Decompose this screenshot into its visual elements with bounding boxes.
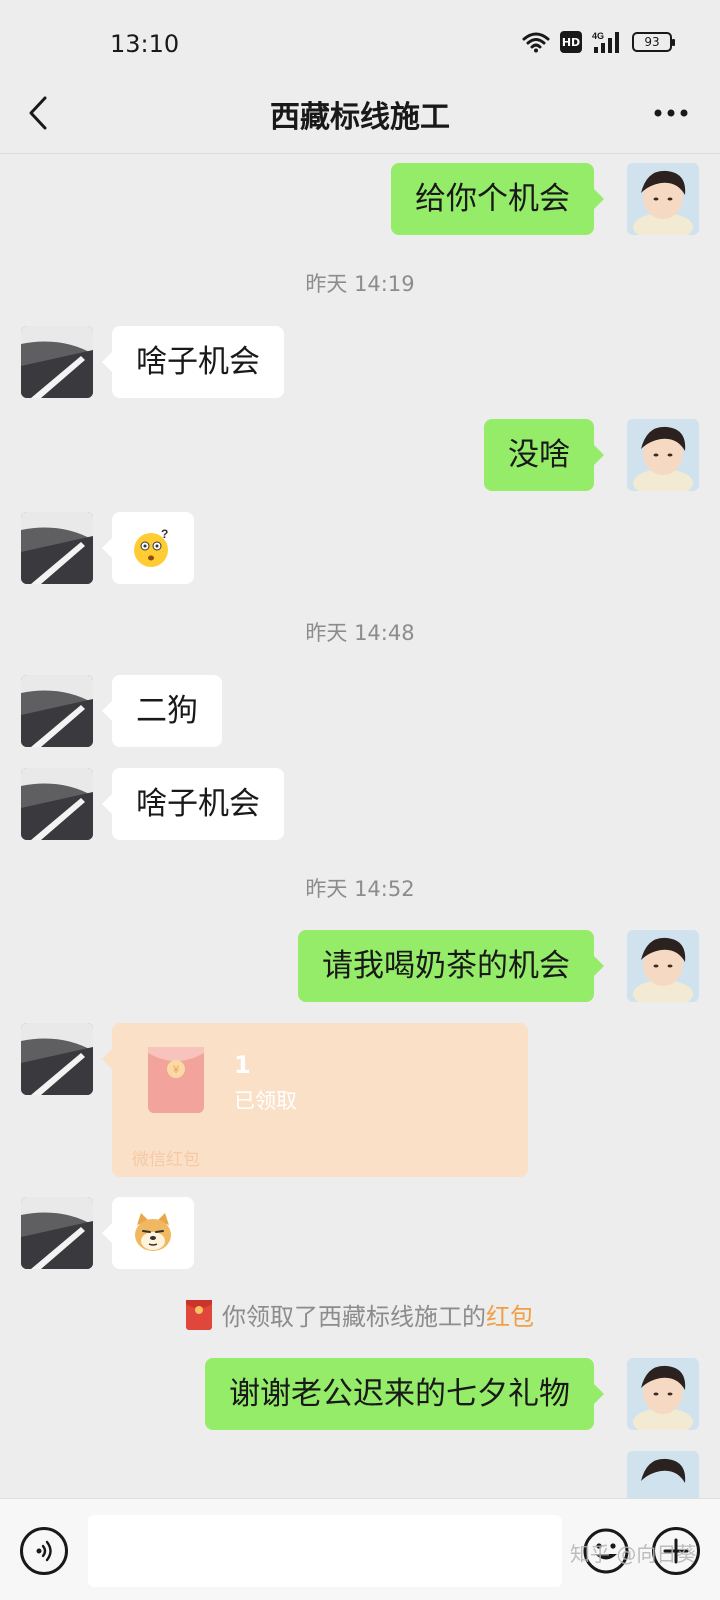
message-row: 给你个机会	[0, 163, 720, 235]
red-packet-footer: 微信红包	[132, 1150, 200, 1170]
message-row: ?	[0, 512, 720, 584]
my-avatar[interactable]	[627, 1358, 699, 1430]
svg-text:?: ?	[161, 527, 168, 541]
my-avatar[interactable]	[627, 419, 699, 491]
message-bubble[interactable]: 谢谢老公迟来的七夕礼物	[205, 1358, 604, 1430]
network-label: 4G	[592, 31, 604, 41]
timestamp: 昨天 14:19	[305, 272, 415, 296]
message-bubble[interactable]: 啥子机会	[102, 326, 284, 398]
message-input[interactable]	[88, 1515, 562, 1587]
doge-emoji-icon	[135, 1213, 171, 1251]
contact-avatar[interactable]	[21, 675, 93, 747]
watermark: 知乎 @向日葵	[570, 1542, 697, 1566]
svg-text:¥: ¥	[172, 1064, 180, 1076]
message-row: 没啥	[0, 419, 720, 491]
hd-badge: HD	[560, 31, 582, 53]
message-row: 啥子机会	[0, 768, 720, 840]
system-notice: 你领取了西藏标线施工的红包	[0, 1297, 720, 1332]
system-notice-prefix: 你领取了西藏标线施工的	[222, 1303, 486, 1331]
chat-messages[interactable]: 给你个机会 昨天 14:19 啥子机会 没啥 ? 昨天 14:48 二狗 啥子机…	[0, 155, 720, 1498]
message-row: ¥ 1 已领取 微信红包	[0, 1023, 720, 1177]
signal-icon: 4G	[592, 31, 619, 53]
confused-face-emoji-icon: ?	[134, 527, 168, 567]
sticker-bubble[interactable]: ?	[102, 512, 194, 584]
contact-avatar[interactable]	[21, 512, 93, 584]
my-avatar[interactable]	[627, 1451, 699, 1498]
message-bubble[interactable]: 啥子机会	[102, 768, 284, 840]
red-packet-status: 已领取	[234, 1089, 297, 1113]
status-icons: HD 4G 93	[522, 30, 675, 54]
sticker-bubble[interactable]	[102, 1197, 194, 1269]
message-row: 二狗	[0, 675, 720, 747]
red-envelope-small-icon	[186, 1299, 212, 1330]
contact-avatar[interactable]	[21, 1197, 93, 1269]
red-envelope-icon: ¥	[148, 1047, 204, 1113]
red-packet-amount: 1	[234, 1051, 251, 1079]
message-row: 谢谢老公迟来的七夕礼物	[0, 1358, 720, 1430]
battery-icon: 93	[632, 32, 675, 52]
message-row	[0, 1197, 720, 1269]
contact-avatar[interactable]	[21, 1023, 93, 1095]
chat-title: 西藏标线施工	[270, 100, 450, 135]
battery-level: 93	[644, 35, 660, 49]
message-row: 请我喝奶茶的机会	[0, 930, 720, 1002]
voice-icon	[36, 1540, 52, 1562]
wifi-icon	[522, 32, 550, 53]
red-packet-card[interactable]: ¥ 1 已领取 微信红包	[102, 1023, 528, 1177]
message-row: 啥子机会	[0, 326, 720, 398]
contact-avatar[interactable]	[21, 326, 93, 398]
nav-bar: 西藏标线施工	[0, 72, 720, 154]
red-packet-link[interactable]: 红包	[486, 1303, 534, 1331]
status-time: 13:10	[110, 30, 180, 58]
message-bubble[interactable]: 给你个机会	[391, 163, 604, 235]
more-button[interactable]	[646, 90, 696, 136]
timestamp: 昨天 14:52	[305, 877, 415, 901]
message-bubble[interactable]: 请我喝奶茶的机会	[298, 930, 604, 1002]
contact-avatar[interactable]	[21, 768, 93, 840]
timestamp: 昨天 14:48	[305, 621, 415, 645]
system-notice-text: 你领取了西藏标线施工的红包	[222, 1297, 534, 1332]
voice-button[interactable]	[20, 1527, 68, 1575]
my-avatar[interactable]	[627, 930, 699, 1002]
my-avatar[interactable]	[627, 163, 699, 235]
more-dots-icon	[654, 109, 688, 117]
message-bubble[interactable]: 没啥	[484, 419, 604, 491]
message-bubble[interactable]: 二狗	[102, 675, 222, 747]
